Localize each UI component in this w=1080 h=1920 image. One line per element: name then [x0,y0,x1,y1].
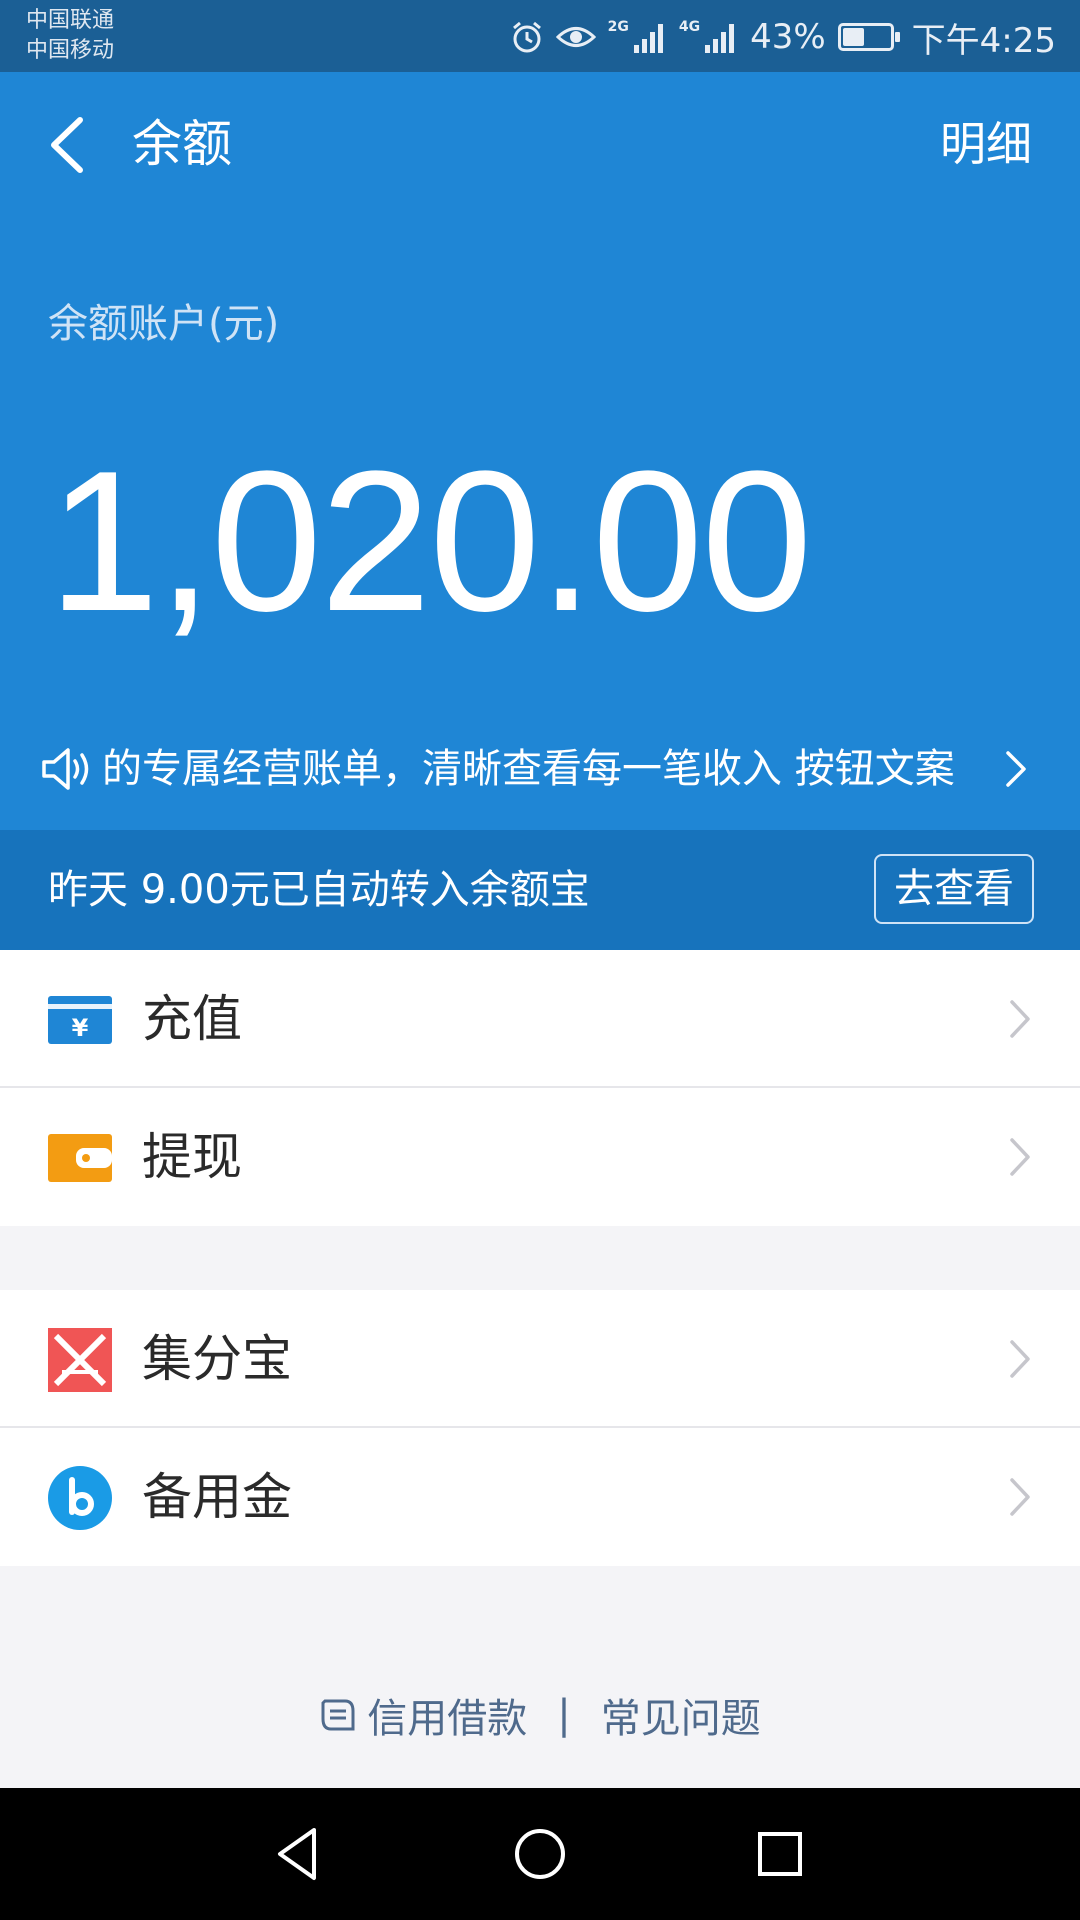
network-2g-label: 2G [607,19,629,35]
chevron-right-icon [1006,751,1026,787]
speaker-icon [42,748,89,790]
system-nav-bar [0,1788,1080,1920]
chevron-right-icon [1010,1138,1030,1176]
credit-loan-label: 信用借款 [367,1696,528,1742]
menu-item-label: 备用金 [142,1468,292,1526]
footer-separator: | [557,1692,571,1738]
eye-icon [555,22,596,52]
signal-icon [633,21,667,53]
svg-text:¥: ¥ [72,1014,89,1042]
wallet-icon [48,1134,112,1182]
yen-card-icon: ¥ [48,996,112,1044]
nav-back-icon[interactable] [268,1822,332,1886]
battery-percent: 43% [750,17,826,57]
nav-home-icon[interactable] [508,1822,572,1886]
chevron-right-icon [1010,1000,1030,1038]
balance-amount: 1,020.00 [48,430,813,653]
notice-text: 的专属经营账单，清晰查看每一笔收入 按钮文案 [102,746,955,792]
menu-item-label: 集分宝 [142,1330,292,1388]
menu-group-2: 集分宝 备用金 [0,1290,1080,1566]
auto-transfer-banner: 昨天 9.00元已自动转入余额宝 去查看 [0,830,1080,950]
chevron-right-icon [1010,1340,1030,1378]
menu-item-beiyongjin[interactable]: 备用金 [0,1428,1080,1566]
menu-group-1: ¥ 充值 提现 [0,950,1080,1226]
alarm-icon [510,20,544,54]
carrier-2: 中国移动 [26,38,115,63]
status-bar: 中国联通 中国移动 2G 4G 43% 下午4:25 [0,0,1080,72]
credit-loan-link[interactable]: 信用借款 [319,1686,527,1744]
menu-item-label: 充值 [142,990,242,1048]
menu-item-recharge[interactable]: ¥ 充值 [0,950,1080,1088]
status-icons: 2G 4G 43% 下午4:25 [510,14,1056,61]
faq-link[interactable]: 常见问题 [601,1686,761,1744]
auto-transfer-text: 昨天 9.00元已自动转入余额宝 [48,867,590,913]
page-title: 余额 [132,115,232,173]
notice-bar[interactable]: 的专属经营账单，清晰查看每一笔收入 按钮文案 [40,734,1040,804]
balance-header: 余额 明细 余额账户(元) 1,020.00 的专属经营账单，清晰查看每一笔收入… [0,72,1080,830]
menu-item-label: 提现 [142,1128,242,1186]
network-4g-label: 4G [678,19,701,35]
carrier-1: 中国联通 [26,8,115,33]
account-label: 余额账户(元) [48,301,280,347]
signal-icon-2 [704,21,738,53]
view-button[interactable]: 去查看 [874,854,1034,924]
credit-loan-icon [321,1699,355,1731]
chevron-right-icon [1010,1478,1030,1516]
nav-recent-icon[interactable] [748,1822,812,1886]
footer-links: 信用借款 | 常见问题 [0,1680,1080,1750]
carrier-info: 中国联通 中国移动 [26,6,114,66]
battery-icon [837,23,900,51]
menu-item-withdraw[interactable]: 提现 [0,1088,1080,1226]
faq-label: 常见问题 [600,1696,761,1742]
jifenbao-icon [48,1328,112,1392]
clock: 下午4:25 [911,20,1056,61]
detail-link[interactable]: 明细 [940,112,1032,176]
back-arrow-icon[interactable] [44,116,88,174]
menu-item-jifenbao[interactable]: 集分宝 [0,1290,1080,1428]
beiyongjin-icon [48,1466,112,1530]
